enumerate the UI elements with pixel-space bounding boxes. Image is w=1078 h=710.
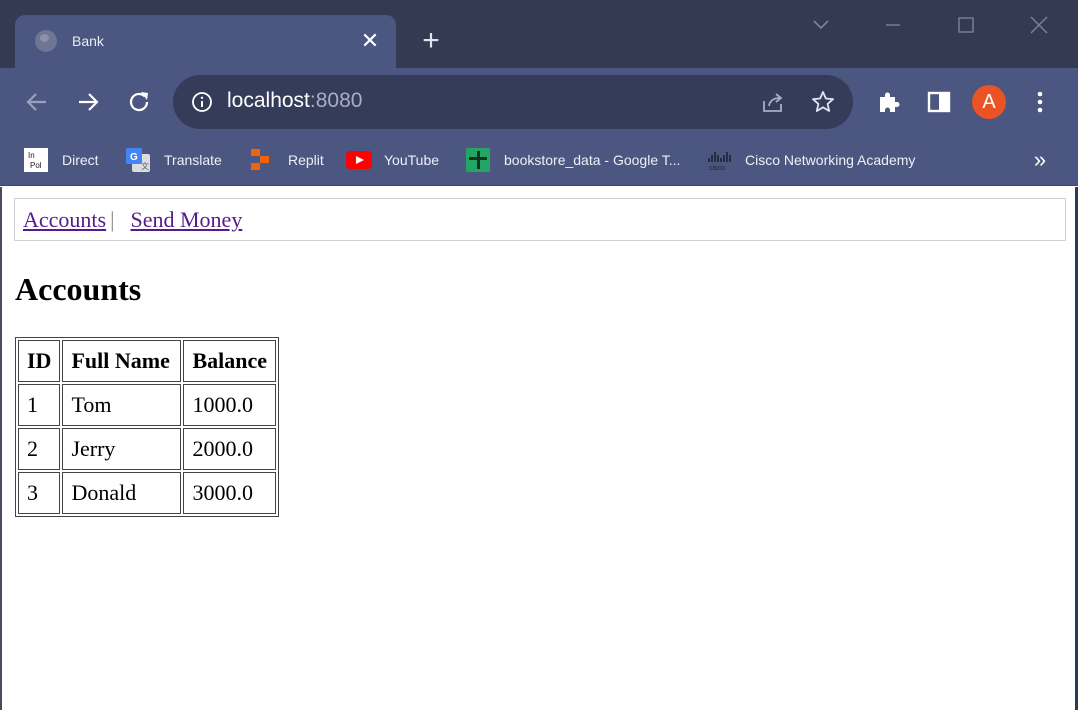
bookmark-label: Translate (164, 152, 222, 168)
cisco-icon: cisco (707, 148, 731, 172)
window-close-icon[interactable] (1024, 10, 1054, 40)
bookmark-label: YouTube (384, 152, 440, 168)
svg-text:G: G (130, 152, 138, 163)
nav-link-accounts[interactable]: Accounts (23, 207, 106, 232)
bookmark-star-icon[interactable] (810, 89, 836, 115)
google-sheets-icon (466, 148, 490, 172)
svg-text:文: 文 (141, 161, 149, 171)
bookmark-replit[interactable]: Replit (250, 147, 324, 173)
table-row: 1 Tom 1000.0 (18, 384, 277, 426)
youtube-icon (346, 148, 372, 172)
cell-full-name: Donald (62, 472, 182, 514)
accounts-table: ID Full Name Balance 1 Tom 1000.0 2 Jerr… (15, 337, 280, 517)
browser-toolbar: localhost:8080 A (0, 68, 1078, 136)
tab-search-chevron-icon[interactable] (806, 10, 836, 40)
column-header-balance: Balance (183, 340, 277, 382)
address-url[interactable]: localhost:8080 (227, 89, 362, 113)
bookmark-label: Direct (62, 152, 99, 168)
column-header-id: ID (18, 340, 61, 382)
cell-balance: 1000.0 (183, 384, 277, 426)
svg-text:Pol: Pol (30, 161, 42, 170)
bookmark-cisco[interactable]: cisco Cisco Networking Academy (707, 147, 915, 173)
browser-tab-bank[interactable]: Bank ✕ (15, 15, 396, 68)
back-arrow-icon[interactable] (22, 87, 52, 117)
page-viewport: Accounts | Send Money Accounts ID Full Nam… (0, 187, 1075, 710)
table-header-row: ID Full Name Balance (18, 340, 277, 382)
nav-separator: | (110, 207, 115, 232)
globe-icon (35, 30, 57, 52)
table-row: 2 Jerry 2000.0 (18, 428, 277, 470)
reload-icon[interactable] (124, 87, 154, 117)
bookmark-translate[interactable]: G文 Translate (126, 147, 222, 173)
page-nav: Accounts | Send Money (14, 198, 1066, 241)
minimize-icon[interactable] (878, 10, 908, 40)
bookmarks-overflow-icon[interactable]: » (1028, 148, 1052, 172)
page-title: Accounts (15, 271, 142, 307)
cell-balance: 2000.0 (183, 428, 277, 470)
replit-icon (250, 148, 274, 172)
nav-link-send-money[interactable]: Send Money (131, 207, 243, 232)
share-icon[interactable] (760, 89, 786, 115)
bookmark-direct[interactable]: In Pol Direct (24, 147, 99, 173)
url-host: localhost (227, 89, 310, 112)
cell-id: 3 (18, 472, 61, 514)
bookmarks-bar: In Pol Direct G文 Translate Replit YouTube… (0, 136, 1078, 186)
bookmark-label: Cisco Networking Academy (745, 152, 916, 168)
profile-avatar[interactable]: A (972, 85, 1006, 119)
column-header-full-name: Full Name (62, 340, 182, 382)
tab-title: Bank (72, 33, 104, 49)
tab-close-icon[interactable]: ✕ (357, 28, 383, 54)
side-panel-icon[interactable] (924, 87, 954, 117)
bookmark-label: bookstore_data - Google T... (504, 152, 681, 168)
extensions-puzzle-icon[interactable] (874, 87, 904, 117)
url-port: :8080 (309, 89, 363, 112)
cell-balance: 3000.0 (183, 472, 277, 514)
google-translate-icon: G文 (126, 148, 150, 172)
inpol-icon: In Pol (24, 148, 48, 172)
cell-full-name: Tom (62, 384, 182, 426)
new-tab-button[interactable]: + (416, 26, 446, 56)
bookmark-youtube[interactable]: YouTube (346, 147, 439, 173)
address-bar[interactable]: localhost:8080 (173, 75, 853, 129)
svg-text:cisco: cisco (709, 165, 725, 172)
bookmark-bookstore-data[interactable]: bookstore_data - Google T... (466, 147, 680, 173)
forward-arrow-icon[interactable] (73, 87, 103, 117)
bookmark-label: Replit (288, 152, 324, 168)
site-info-icon[interactable] (191, 91, 213, 113)
svg-text:In: In (28, 151, 35, 160)
cell-full-name: Jerry (62, 428, 182, 470)
browser-menu-icon[interactable] (1025, 87, 1055, 117)
table-row: 3 Donald 3000.0 (18, 472, 277, 514)
cell-id: 1 (18, 384, 61, 426)
browser-title-bar: Bank ✕ + (0, 0, 1078, 68)
maximize-icon[interactable] (951, 10, 981, 40)
cell-id: 2 (18, 428, 61, 470)
